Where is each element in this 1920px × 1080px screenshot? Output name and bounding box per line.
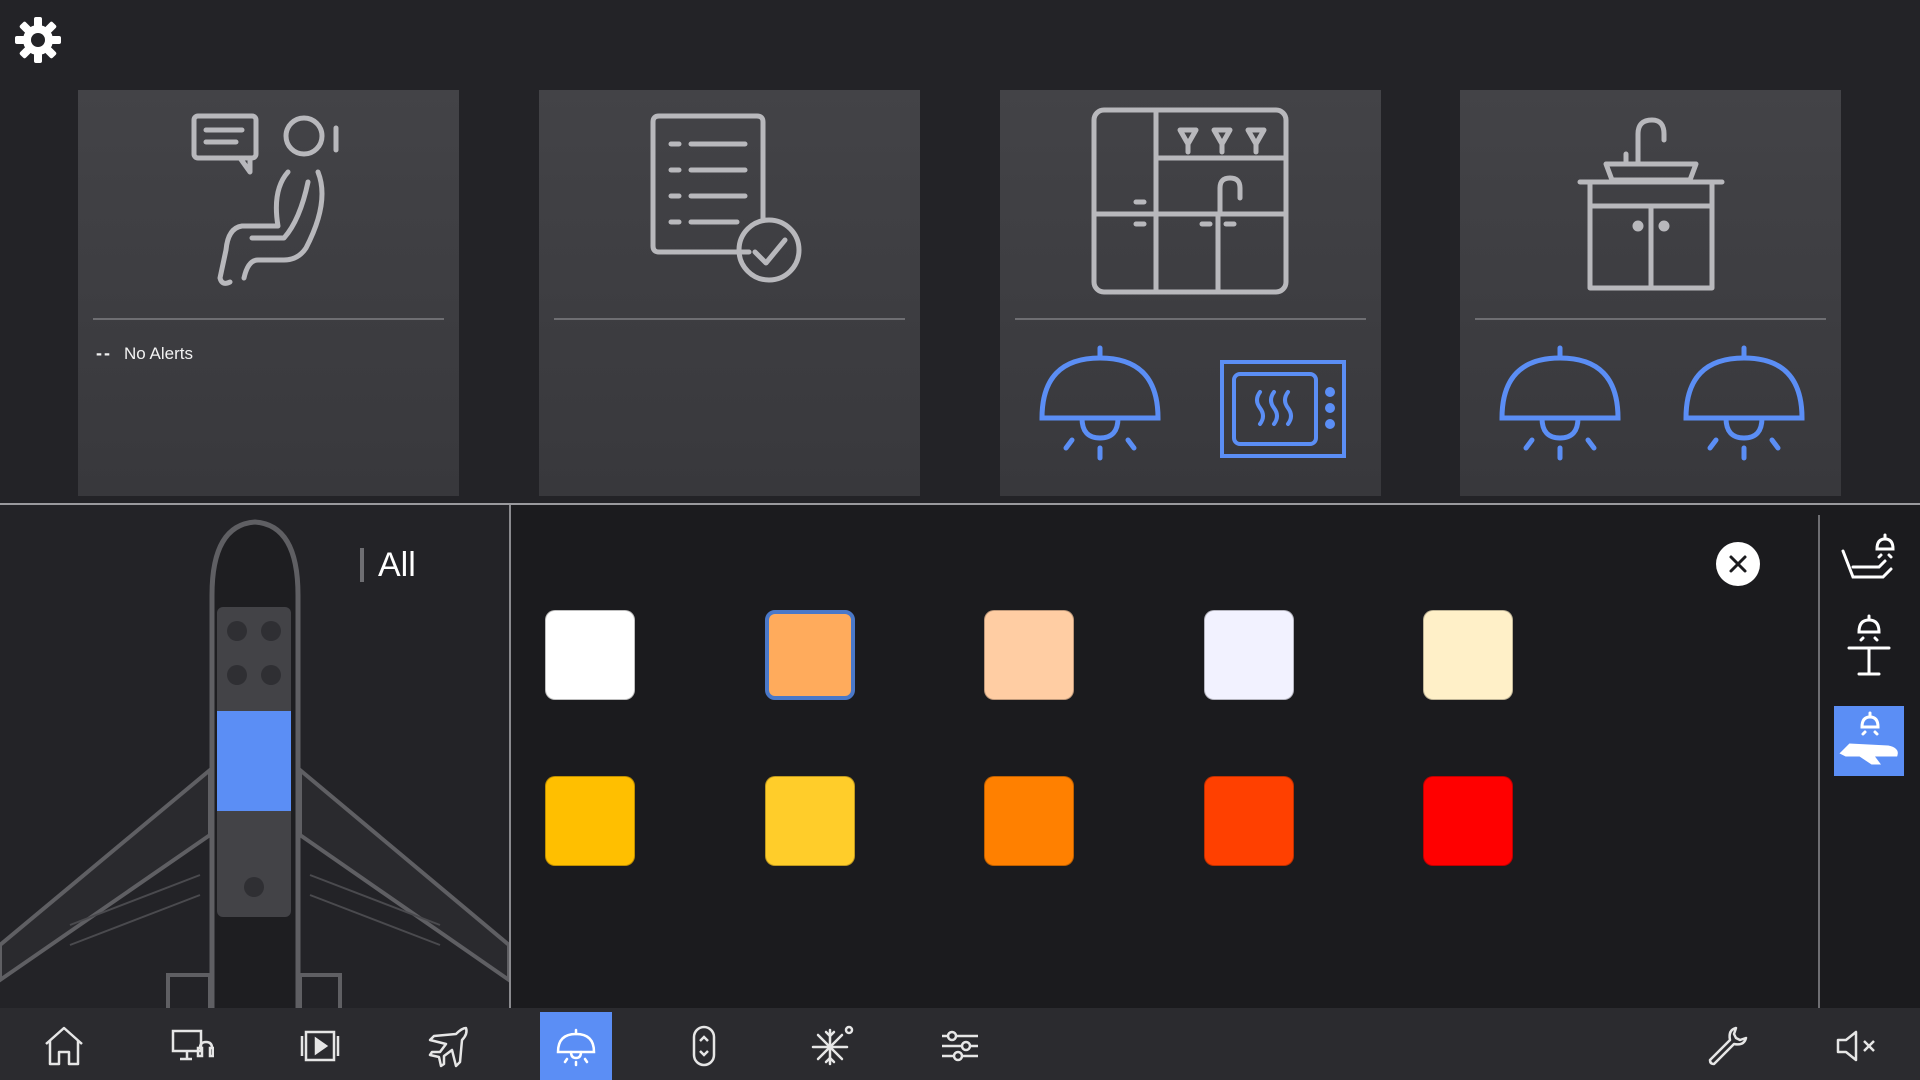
table-light-button[interactable] [1834,612,1904,682]
media-play-icon [300,1030,340,1062]
pendant-light-icon[interactable] [1036,344,1164,462]
color-swatch[interactable] [764,610,855,700]
alert-status: -- No Alerts [96,343,193,364]
card-divider [93,318,444,320]
galley-card[interactable] [1000,90,1381,496]
checklist-card[interactable] [539,90,920,496]
wrench-icon [1708,1026,1748,1066]
alert-dash: -- [96,343,112,363]
color-swatch[interactable] [1423,776,1513,866]
color-swatch[interactable] [1203,610,1294,700]
color-swatch[interactable] [984,776,1074,866]
nav-maintenance-button[interactable] [1692,1012,1764,1080]
cabin-zone-map: All [0,505,509,1008]
cabin-light-icon [1839,711,1898,765]
vanity-icon [1577,117,1725,291]
home-icon [45,1026,83,1066]
settings-gear-icon[interactable] [12,14,64,66]
cabin-light-button[interactable] [1834,706,1904,776]
galley-icon [1091,107,1289,295]
table-light-icon [1847,614,1891,676]
card-divider [554,318,905,320]
nav-flight-button[interactable] [412,1012,484,1080]
window-shade-icon [692,1025,716,1067]
alert-text: No Alerts [124,343,193,363]
cabin-zone-aft[interactable] [217,811,291,917]
nav-mute-button[interactable] [1820,1012,1892,1080]
color-swatch[interactable] [1203,776,1294,866]
nav-monitor-button[interactable] [156,1012,228,1080]
lavatory-card[interactable] [1460,90,1841,496]
seat-chat-icon [191,113,339,286]
flight-icon [428,1026,468,1068]
cabin-zone-forward[interactable] [217,607,291,711]
nav-lighting-button[interactable] [540,1012,612,1080]
cabin-zone-mid[interactable] [217,711,291,811]
seat-light-icon [1841,533,1895,579]
card-divider [1015,318,1366,320]
settings-sliders-icon [942,1030,978,1062]
pendant-light-icon[interactable] [1496,344,1624,462]
lighting-icon [556,1028,596,1067]
pendant-light-icon[interactable] [1680,344,1808,462]
monitor-icon [171,1029,214,1061]
close-button[interactable] [1716,542,1760,586]
panel-divider [509,505,511,1008]
nav-media-button[interactable] [284,1012,356,1080]
passenger-card[interactable]: -- No Alerts [78,90,459,496]
nav-settings-sliders-button[interactable] [924,1012,996,1080]
checklist-icon [650,113,802,283]
seat-light-button[interactable] [1834,526,1904,596]
zone-buttons-divider [1818,515,1820,1008]
nav-shade-button[interactable] [668,1012,740,1080]
close-icon [1729,555,1747,573]
oven-icon[interactable] [1218,358,1348,460]
zone-label: All [360,548,416,582]
color-swatch[interactable] [984,610,1074,700]
color-swatch[interactable] [545,776,635,866]
nav-climate-button[interactable] [796,1012,868,1080]
nav-home-button[interactable] [28,1012,100,1080]
mute-icon [1836,1030,1875,1062]
card-divider [1475,318,1826,320]
color-swatch[interactable] [1423,610,1513,700]
color-swatch[interactable] [764,776,855,866]
climate-icon [811,1025,854,1066]
color-swatch[interactable] [545,610,635,700]
